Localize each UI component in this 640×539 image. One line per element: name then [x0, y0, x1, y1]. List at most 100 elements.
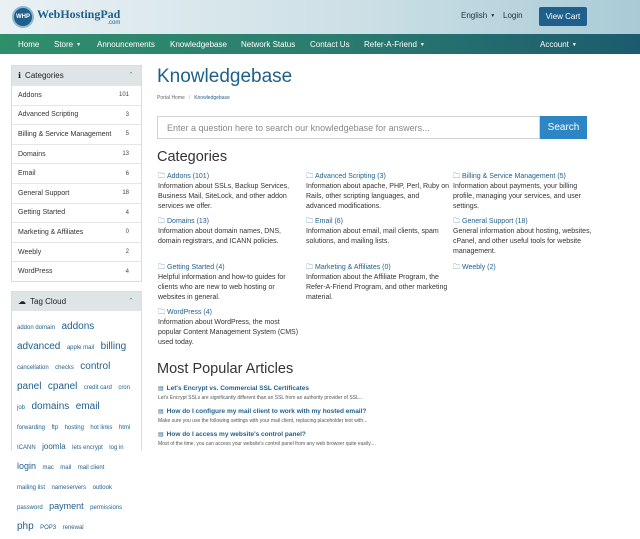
info-icon: ℹ — [18, 71, 22, 80]
tag-link[interactable]: renewal — [63, 525, 84, 531]
nav-announcements[interactable]: Announcements — [97, 40, 155, 49]
nav-home[interactable]: Home — [18, 40, 39, 49]
category-link[interactable]: 🗀 Addons (101) — [158, 172, 303, 182]
sidebar-item-wordpress[interactable]: WordPress 4 — [12, 261, 141, 281]
category-description: Information about payments, your billing… — [453, 183, 582, 210]
tag-link[interactable]: mac — [42, 465, 53, 471]
view-cart-button[interactable]: View Cart — [539, 7, 587, 26]
tag-link[interactable]: apple mail — [67, 345, 94, 351]
tag-link[interactable]: mail — [60, 465, 71, 471]
search-button[interactable]: Search — [540, 116, 587, 139]
category-link[interactable]: 🗀 Getting Started (4) — [158, 263, 303, 273]
tag-link[interactable]: credit card — [84, 385, 112, 391]
category-weebly: 🗀 Weebly (2) — [453, 263, 598, 273]
tag-link[interactable]: ftp — [51, 425, 58, 431]
nav-network-status[interactable]: Network Status — [241, 40, 295, 49]
sidebar-item-count: 13 — [122, 151, 129, 158]
nav-refer-a-friend[interactable]: Refer-A-Friend ▼ — [364, 40, 425, 49]
category-link[interactable]: 🗀 General Support (18) — [453, 217, 598, 227]
sidebar-item-email[interactable]: Email 6 — [12, 163, 141, 183]
breadcrumb-home[interactable]: Portal Home — [157, 95, 185, 101]
chevron-up-icon[interactable]: ⌃ — [128, 297, 134, 305]
tag-link[interactable]: mailing list — [17, 485, 45, 491]
tag-link[interactable]: cpanel — [48, 381, 77, 392]
tag-link[interactable]: cron — [118, 385, 130, 391]
category-link[interactable]: 🗀 Domains (13) — [158, 217, 303, 227]
tag-link[interactable]: panel — [17, 381, 41, 392]
category-link[interactable]: 🗀 Advanced Scripting (3) — [306, 172, 451, 182]
sidebar-item-count: 101 — [118, 92, 129, 99]
nav-store[interactable]: Store ▼ — [54, 40, 81, 49]
sidebar-tagcloud-header[interactable]: ☁ Tag Cloud ⌃ — [12, 292, 141, 311]
chevron-up-icon[interactable]: ⌃ — [128, 71, 134, 79]
tag-link[interactable]: addons — [61, 321, 94, 332]
tag-link[interactable]: checks — [55, 365, 74, 371]
category-link[interactable]: 🗀 Marketing & Affiliates (0) — [306, 263, 451, 273]
tag-link[interactable]: log in — [109, 445, 123, 451]
tag-link[interactable]: email — [76, 401, 100, 412]
tag-link[interactable]: outlook — [93, 485, 112, 491]
tag-link[interactable]: password — [17, 505, 43, 511]
site-logo[interactable]: WHP WebHostingPad .com — [12, 6, 120, 28]
tag-link[interactable]: hot links — [90, 425, 112, 431]
tag-link[interactable]: lets encrypt — [72, 445, 103, 451]
category-label: Domains (13) — [167, 218, 210, 225]
tag-link[interactable]: cancellation — [17, 365, 49, 371]
article-title: How do I access my website's control pan… — [166, 431, 306, 438]
tag-link[interactable]: permissions — [90, 505, 122, 511]
category-link[interactable]: 🗀 Email (6) — [306, 217, 451, 227]
page-title: Knowledgebase — [157, 66, 293, 87]
folder-icon: 🗀 — [306, 264, 313, 271]
tag-link[interactable]: forwarding — [17, 425, 45, 431]
category-link[interactable]: 🗀 WordPress (4) — [158, 308, 303, 318]
sidebar-item-weebly[interactable]: Weebly 2 — [12, 241, 141, 262]
language-selector[interactable]: English ▼ — [461, 11, 495, 20]
tag-link[interactable]: mail client — [78, 465, 105, 471]
sidebar-item-label: Advanced Scripting — [18, 111, 79, 119]
article-item: ▤ How do I access my website's control pa… — [158, 430, 588, 448]
nav-contact-us[interactable]: Contact Us — [310, 40, 350, 49]
category-link[interactable]: 🗀 Billing & Service Management (5) — [453, 172, 598, 182]
article-link[interactable]: ▤ Let's Encrypt vs. Commercial SSL Certif… — [158, 384, 588, 394]
sidebar-item-count: 4 — [125, 268, 129, 275]
tag-link[interactable]: payment — [49, 501, 84, 511]
tag-link[interactable]: joomla — [42, 442, 66, 451]
category-link[interactable]: 🗀 Weebly (2) — [453, 263, 598, 273]
sidebar-categories-panel: ℹ Categories ⌃ Addons 101 Advanced Script… — [11, 65, 142, 282]
category-label: General Support (18) — [462, 218, 528, 225]
tag-link[interactable]: login — [17, 461, 36, 471]
kb-search-input[interactable]: Enter a question here to search our know… — [157, 116, 540, 139]
category-description: General information about hosting, websi… — [453, 228, 592, 255]
tag-link[interactable]: ICANN — [17, 445, 36, 451]
tag-link[interactable]: advanced — [17, 341, 60, 352]
article-title: Let's Encrypt vs. Commercial SSL Certifi… — [166, 385, 309, 392]
nav-knowledgebase[interactable]: Knowledgebase — [170, 40, 227, 49]
article-link[interactable]: ▤ How do I access my website's control pa… — [158, 430, 588, 440]
tag-link[interactable]: hosting — [65, 425, 84, 431]
tag-link[interactable]: POP3 — [40, 525, 56, 531]
sidebar-item-advanced-scripting[interactable]: Advanced Scripting 3 — [12, 104, 141, 125]
sidebar-item-getting-started[interactable]: Getting Started 4 — [12, 202, 141, 223]
sidebar-item-general-support[interactable]: General Support 18 — [12, 182, 141, 203]
sidebar-item-marketing[interactable]: Marketing & Affiliates 0 — [12, 222, 141, 242]
nav-account[interactable]: Account ▼ — [540, 40, 577, 49]
tag-link[interactable]: job — [17, 405, 25, 411]
document-icon: ▤ — [158, 409, 164, 415]
sidebar-item-billing[interactable]: Billing & Service Management 5 — [12, 124, 141, 144]
tag-link[interactable]: billing — [101, 341, 127, 352]
sidebar-item-addons[interactable]: Addons 101 — [12, 85, 141, 105]
login-link[interactable]: Login — [503, 11, 523, 20]
sidebar-item-label: Marketing & Affiliates — [18, 228, 84, 236]
tag-link[interactable]: control — [80, 361, 110, 372]
tag-link[interactable]: html — [119, 425, 130, 431]
sidebar-item-domains[interactable]: Domains 13 — [12, 143, 141, 164]
folder-icon: 🗀 — [306, 173, 313, 180]
tag-link[interactable]: nameservers — [51, 485, 86, 491]
breadcrumb-current: Knowledgebase — [194, 95, 230, 101]
sidebar-categories-header[interactable]: ℹ Categories ⌃ — [12, 66, 141, 85]
tag-link[interactable]: domains — [31, 401, 69, 412]
article-link[interactable]: ▤ How do I configure my mail client to wo… — [158, 407, 588, 417]
tag-link[interactable]: addon domain — [17, 325, 55, 331]
sidebar-item-count: 5 — [125, 131, 129, 138]
tag-link[interactable]: php — [17, 521, 34, 532]
